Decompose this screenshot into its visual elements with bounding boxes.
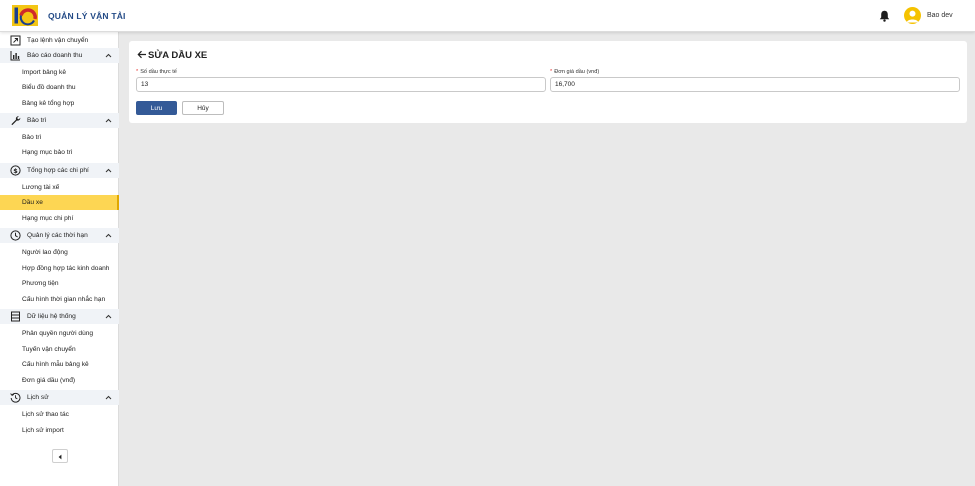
- actual-oil-label: * Số dầu thực tế: [136, 69, 177, 75]
- sidebar-item-label: Cấu hình mẫu bảng kê: [22, 361, 89, 368]
- sidebar-item-label: Bảng kê tổng hợp: [22, 100, 75, 107]
- sidebar-item-label: Phân quyền người dùng: [22, 330, 94, 337]
- sidebar-item-summary-statement[interactable]: Bảng kê tổng hợp: [0, 96, 119, 111]
- sidebar-item-label: Hợp đồng hợp tác kinh doanh: [22, 265, 110, 272]
- chevron-up-icon: [105, 168, 112, 173]
- edit-oil-form: SỬA DẦU XE *Số dầu thực tế *Đơn giá dầu …: [129, 41, 967, 123]
- sidebar-item-label: Cấu hình thời gian nhắc hạn: [22, 296, 106, 303]
- sidebar-group-revenue-report[interactable]: Báo cáo doanh thu: [0, 48, 119, 63]
- sidebar-item-label: Phương tiện: [22, 280, 59, 287]
- sidebar-item-business-contracts[interactable]: Hợp đồng hợp tác kinh doanh: [0, 261, 119, 276]
- database-icon: [11, 311, 20, 322]
- top-header: QUẢN LÝ VẬN TẢI Bao dev: [0, 0, 975, 32]
- sidebar-group-expense-summary[interactable]: $ Tổng hợp các chi phí: [0, 163, 119, 178]
- sidebar-group-history[interactable]: Lịch sử: [0, 390, 119, 405]
- sidebar-item-vehicle-oil[interactable]: Dầu xe: [0, 195, 119, 210]
- oil-price-label: * Đơn giá dầu (vnđ): [550, 69, 599, 75]
- sidebar-item-label: Tuyến vận chuyển: [22, 346, 76, 353]
- sidebar: Tạo lệnh vận chuyển Báo cáo doanh thu Im…: [0, 32, 119, 486]
- sidebar-item-create-transport-order[interactable]: Tạo lệnh vận chuyển: [0, 33, 119, 48]
- dollar-icon: $: [10, 165, 21, 176]
- logo-icon[interactable]: [12, 5, 38, 26]
- sidebar-item-driver-salary[interactable]: Lương tài xế: [0, 180, 119, 195]
- sidebar-item-label: Bảo trì: [22, 134, 42, 141]
- actual-oil-input[interactable]: [136, 77, 546, 92]
- actual-oil-label-text: Số dầu thực tế: [140, 69, 177, 75]
- external-box-icon: [10, 35, 21, 46]
- chevron-up-icon: [105, 314, 112, 319]
- oil-price-input[interactable]: [550, 77, 960, 92]
- sidebar-item-reminder-config[interactable]: Cấu hình thời gian nhắc hạn: [0, 292, 119, 307]
- svg-text:$: $: [13, 167, 18, 175]
- sidebar-group-label: Lịch sử: [27, 394, 49, 401]
- cancel-button[interactable]: Hủy: [182, 101, 224, 115]
- sidebar-item-user-permissions[interactable]: Phân quyền người dùng: [0, 326, 119, 341]
- sidebar-item-action-history[interactable]: Lịch sử thao tác: [0, 407, 119, 422]
- sidebar-group-label: Bảo trì: [27, 117, 47, 124]
- bell-icon[interactable]: [879, 10, 890, 22]
- history-icon: [10, 392, 21, 403]
- page-title: SỬA DẦU XE: [148, 50, 208, 61]
- sidebar-group-label: Dữ liệu hệ thống: [27, 313, 76, 320]
- sidebar-item-label: Tạo lệnh vận chuyển: [27, 37, 89, 44]
- sidebar-item-statement-template-config[interactable]: Cấu hình mẫu bảng kê: [0, 357, 119, 372]
- sidebar-group-system-data[interactable]: Dữ liệu hệ thống: [0, 309, 119, 324]
- sidebar-item-label: Người lao động: [22, 249, 68, 256]
- sidebar-item-maintenance[interactable]: Bảo trì: [0, 130, 119, 145]
- caret-left-icon: [58, 454, 62, 460]
- sidebar-item-transport-routes[interactable]: Tuyến vận chuyển: [0, 342, 119, 357]
- chevron-up-icon: [105, 53, 112, 58]
- sidebar-item-expense-categories[interactable]: Hạng mục chi phí: [0, 211, 119, 226]
- sidebar-item-label: Đơn giá dầu (vnđ): [22, 377, 76, 384]
- chevron-up-icon: [105, 233, 112, 238]
- sidebar-item-workers[interactable]: Người lao động: [0, 245, 119, 260]
- sidebar-item-import-history[interactable]: Lịch sử import: [0, 423, 119, 438]
- sidebar-item-import-statement[interactable]: Import bảng kê: [0, 65, 119, 80]
- sidebar-group-label: Quản lý các thời hạn: [27, 232, 88, 239]
- clock-icon: [10, 230, 21, 241]
- sidebar-item-label: Lịch sử thao tác: [22, 411, 69, 418]
- chevron-up-icon: [105, 395, 112, 400]
- sidebar-group-label: Báo cáo doanh thu: [27, 52, 83, 59]
- sidebar-item-label: Import bảng kê: [22, 69, 66, 76]
- sidebar-item-oil-unit-price[interactable]: Đơn giá dầu (vnđ): [0, 373, 119, 388]
- sidebar-group-maintenance[interactable]: Bảo trì: [0, 113, 119, 128]
- bar-chart-icon: [10, 51, 20, 61]
- sidebar-item-maintenance-categories[interactable]: Hạng mục bảo trì: [0, 145, 119, 160]
- sidebar-item-label: Biểu đồ doanh thu: [22, 84, 76, 91]
- sidebar-item-label: Hạng mục chi phí: [22, 215, 74, 222]
- wrench-icon: [11, 116, 21, 126]
- user-name[interactable]: Bao dev: [927, 12, 953, 19]
- app-title: QUẢN LÝ VẬN TẢI: [48, 11, 126, 21]
- sidebar-item-label: Lương tài xế: [22, 184, 60, 191]
- sidebar-item-label: Lịch sử import: [22, 427, 64, 434]
- chevron-up-icon: [105, 118, 112, 123]
- sidebar-group-label: Tổng hợp các chi phí: [27, 167, 89, 174]
- sidebar-collapse-button[interactable]: [52, 449, 68, 463]
- sidebar-item-label: Dầu xe: [22, 199, 43, 206]
- avatar[interactable]: [904, 7, 921, 24]
- sidebar-group-deadlines[interactable]: Quản lý các thời hạn: [0, 228, 119, 243]
- sidebar-item-vehicles[interactable]: Phương tiện: [0, 276, 119, 291]
- save-button[interactable]: Lưu: [136, 101, 177, 115]
- required-marker: *: [550, 69, 553, 75]
- user-icon: [906, 10, 919, 23]
- sidebar-item-revenue-chart[interactable]: Biểu đồ doanh thu: [0, 80, 119, 95]
- oil-price-label-text: Đơn giá dầu (vnđ): [554, 69, 600, 75]
- required-marker: *: [136, 69, 139, 75]
- sidebar-item-label: Hạng mục bảo trì: [22, 149, 73, 156]
- arrow-left-icon[interactable]: [137, 50, 147, 59]
